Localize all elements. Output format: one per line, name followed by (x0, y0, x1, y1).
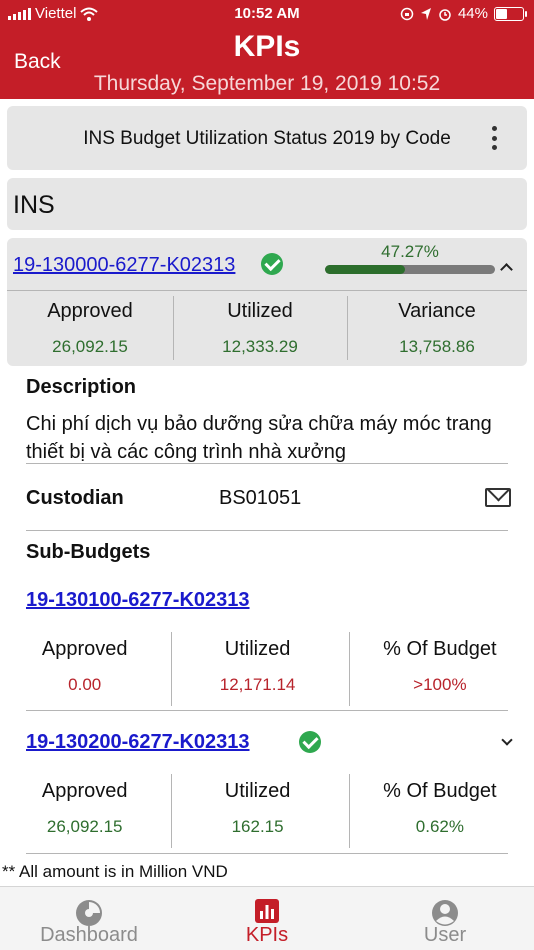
section-title: INS (13, 191, 55, 219)
progress-bar (325, 265, 495, 274)
chevron-down-icon[interactable] (501, 734, 513, 746)
utilized-column: Utilized 12,333.29 (173, 300, 347, 357)
more-options-icon[interactable] (491, 126, 497, 150)
sub-budget-code-link[interactable]: 19-130200-6277-K02313 (26, 731, 250, 754)
utilized-label: Utilized (224, 780, 291, 802)
page-subtitle: Thursday, September 19, 2019 10:52 (93, 72, 441, 95)
progress-percent: 47.27% (381, 242, 439, 261)
utilized-column: Utilized 12,171.14 (169, 638, 345, 695)
location-icon (420, 7, 431, 20)
percent-value: 0.62% (415, 817, 464, 836)
description-text: Chi phí dịch vụ bảo dưỡng sửa chữa máy m… (26, 413, 492, 463)
approved-value: 0.00 (68, 675, 102, 694)
report-title-card: INS Budget Utilization Status 2019 by Co… (7, 106, 527, 170)
utilized-value: 12,333.29 (222, 337, 298, 356)
column-separator (171, 632, 172, 706)
budget-code-link[interactable]: 19-130000-6277-K02313 (13, 254, 235, 277)
column-separator (171, 774, 172, 848)
sub-budgets-label: Sub-Budgets (26, 541, 151, 563)
variance-label: Variance (398, 300, 476, 322)
report-title: INS Budget Utilization Status 2019 by Co… (83, 128, 451, 149)
utilized-value: 12,171.14 (219, 675, 296, 694)
approved-value: 26,092.15 (46, 817, 123, 836)
utilized-label: Utilized (224, 638, 291, 660)
divider (26, 710, 508, 711)
divider (26, 463, 508, 464)
tab-label: KPIs (245, 924, 289, 946)
tab-label: User (423, 924, 467, 946)
budget-kpi-row: Approved 26,092.15 Utilized 12,333.29 Va… (7, 300, 527, 357)
divider (26, 853, 508, 854)
approved-column: Approved 0.00 (0, 638, 169, 695)
divider (7, 290, 527, 291)
variance-column: Variance 13,758.86 (347, 300, 527, 357)
utilized-value: 162.15 (231, 817, 284, 836)
dashboard-icon (76, 900, 102, 926)
percent-label: % Of Budget (383, 638, 497, 660)
approved-label: Approved (41, 780, 128, 802)
sub-budget-kpi-row: Approved 26,092.15 Utilized 162.15 % Of … (0, 780, 534, 837)
battery-percent: 44% (457, 5, 488, 22)
status-right: 44% (400, 5, 527, 22)
check-circle-icon (299, 731, 321, 753)
column-separator (349, 632, 350, 706)
battery-icon (494, 6, 527, 21)
check-circle-icon (261, 253, 283, 275)
column-separator (347, 296, 348, 360)
tab-bar: Dashboard KPIs User (0, 886, 534, 950)
tab-kpis[interactable]: KPIs (178, 887, 356, 950)
percent-value: >100% (413, 675, 467, 694)
section-header: INS (7, 178, 527, 230)
divider (26, 530, 508, 531)
column-separator (173, 296, 174, 360)
sub-budget-kpi-row: Approved 0.00 Utilized 12,171.14 % Of Bu… (0, 638, 534, 695)
sub-budget-code-link[interactable]: 19-130100-6277-K02313 (26, 589, 250, 612)
approved-label: Approved (41, 638, 128, 660)
percent-label: % Of Budget (383, 780, 497, 802)
percent-column: % Of Budget 0.62% (346, 780, 534, 837)
user-icon (432, 900, 458, 926)
tab-label: Dashboard (40, 924, 138, 946)
utilized-column: Utilized 162.15 (169, 780, 345, 837)
custodian-value: BS01051 (219, 487, 302, 509)
tab-user[interactable]: User (356, 887, 534, 950)
tab-dashboard[interactable]: Dashboard (0, 887, 178, 950)
approved-column: Approved 26,092.15 (7, 300, 173, 357)
footnote: ** All amount is in Million VND (2, 862, 228, 881)
app-header: Viettel 10:52 AM 44% Back KPIs Thursday,… (0, 0, 534, 99)
utilized-label: Utilized (227, 300, 293, 322)
screen-lock-icon (400, 7, 414, 20)
mail-icon[interactable] (485, 488, 511, 507)
alarm-icon (439, 8, 451, 21)
page-title: KPIs (233, 30, 301, 63)
approved-value: 26,092.15 (52, 337, 128, 356)
custodian-label: Custodian (26, 487, 124, 509)
percent-column: % Of Budget >100% (346, 638, 534, 695)
chevron-up-icon[interactable] (500, 263, 513, 276)
approved-label: Approved (47, 300, 133, 322)
approved-column: Approved 26,092.15 (0, 780, 169, 837)
variance-value: 13,758.86 (399, 337, 475, 356)
status-bar: Viettel 10:52 AM 44% (0, 0, 534, 28)
description-label: Description (26, 376, 137, 398)
budget-card: 19-130000-6277-K02313 47.27% Approved 26… (7, 238, 527, 366)
column-separator (349, 774, 350, 848)
kpi-chart-icon (255, 899, 279, 923)
